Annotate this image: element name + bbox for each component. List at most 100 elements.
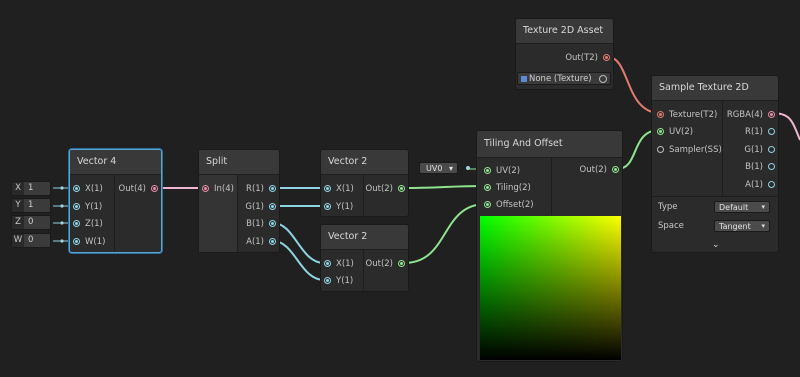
port-dot-icon[interactable]	[484, 201, 491, 208]
port-dot-icon[interactable]	[768, 111, 775, 118]
port-label: A(1)	[745, 180, 763, 190]
vector2-b-input-x[interactable]: X(1)	[321, 257, 354, 271]
port-dot-icon[interactable]	[603, 54, 610, 61]
object-picker-icon[interactable]	[599, 75, 607, 83]
split-output-g[interactable]: G(1)	[245, 200, 279, 214]
port-dot-icon[interactable]	[269, 203, 276, 210]
vector4-node-title[interactable]: Vector 4	[70, 150, 161, 175]
port-dot-icon[interactable]	[657, 146, 664, 153]
sample-output-r[interactable]: R(1)	[745, 125, 778, 139]
split-node[interactable]: Split In(4) R(1) G(1) B(1) A(1)	[198, 149, 280, 253]
vector2-a-output[interactable]: Out(2)	[366, 182, 408, 196]
space-dropdown[interactable]: Tangent ▾	[714, 220, 770, 232]
port-dot-icon[interactable]	[269, 220, 276, 227]
split-output-r[interactable]: R(1)	[246, 182, 279, 196]
vector4-z-field[interactable]: Z0	[11, 215, 51, 230]
port-dot-icon[interactable]	[324, 260, 331, 267]
x-field-value[interactable]: 1	[24, 183, 33, 193]
sample-input-sampler[interactable]: Sampler(SS)	[654, 143, 722, 157]
split-output-a[interactable]: A(1)	[246, 235, 279, 249]
tiling-input-uv[interactable]: UV(2)	[481, 164, 520, 178]
port-label: X(1)	[336, 184, 354, 194]
port-label: W(1)	[85, 237, 106, 247]
chevron-down-icon: ▾	[761, 203, 765, 211]
port-dot-icon[interactable]	[657, 128, 664, 135]
vector4-y-field[interactable]: Y1	[11, 198, 51, 213]
vector4-input-z[interactable]: Z(1)	[70, 217, 103, 231]
vector2-b-title[interactable]: Vector 2	[321, 225, 408, 250]
sample-output-g[interactable]: G(1)	[744, 143, 778, 157]
vector2-a-title[interactable]: Vector 2	[321, 150, 408, 175]
port-dot-icon[interactable]	[768, 163, 775, 170]
type-dropdown-value: Default	[719, 203, 749, 212]
vector4-output[interactable]: Out(4)	[119, 182, 161, 196]
port-dot-icon[interactable]	[202, 185, 209, 192]
tiling-and-offset-title[interactable]: Tiling And Offset	[477, 131, 622, 158]
port-dot-icon[interactable]	[657, 111, 664, 118]
split-output-b[interactable]: B(1)	[246, 217, 279, 231]
expand-chevron-icon[interactable]: ⌄	[712, 240, 720, 250]
port-dot-icon[interactable]	[73, 185, 80, 192]
tiling-input-tiling[interactable]: Tiling(2)	[481, 181, 531, 195]
vector4-input-x[interactable]: X(1)	[70, 182, 103, 196]
split-input[interactable]: In(4)	[199, 182, 234, 196]
vector4-x-field[interactable]: X1	[11, 181, 51, 196]
space-dropdown-value: Tangent	[719, 222, 751, 231]
port-label: Out(2)	[365, 259, 393, 269]
port-dot-icon[interactable]	[324, 277, 331, 284]
port-dot-icon[interactable]	[73, 220, 80, 227]
port-label: R(1)	[246, 184, 264, 194]
sample-texture2d-title[interactable]: Sample Texture 2D	[652, 76, 778, 101]
port-dot-icon[interactable]	[768, 128, 775, 135]
port-dot-icon[interactable]	[73, 238, 80, 245]
texture-object-field[interactable]: None (Texture)	[517, 72, 611, 85]
port-dot-icon[interactable]	[324, 203, 331, 210]
z-field-value[interactable]: 0	[24, 217, 33, 227]
port-dot-icon[interactable]	[612, 166, 619, 173]
port-dot-icon[interactable]	[398, 185, 405, 192]
y-field-value[interactable]: 1	[24, 200, 33, 210]
port-dot-icon[interactable]	[768, 146, 775, 153]
port-dot-icon[interactable]	[73, 203, 80, 210]
vector4-input-y[interactable]: Y(1)	[70, 200, 102, 214]
port-dot-icon[interactable]	[484, 167, 491, 174]
port-label: Y(1)	[336, 202, 354, 212]
chevron-down-icon: ▾	[448, 164, 453, 173]
vector4-node[interactable]: Vector 4 X(1) Y(1) Z(1) W(1) Out(4)	[69, 149, 162, 253]
uv-preview-image	[480, 216, 621, 360]
port-dot-icon[interactable]	[269, 185, 276, 192]
port-dot-icon[interactable]	[269, 238, 276, 245]
tiling-input-offset[interactable]: Offset(2)	[481, 198, 534, 212]
port-dot-icon[interactable]	[324, 185, 331, 192]
port-label: Texture(T2)	[669, 110, 718, 120]
wire-split-b-to-vector2b-x	[272, 222, 325, 264]
w-field-value[interactable]: 0	[24, 235, 33, 245]
port-dot-icon[interactable]	[398, 260, 405, 267]
port-dot-icon[interactable]	[768, 181, 775, 188]
port-label: X(1)	[336, 259, 354, 269]
tiling-output[interactable]: Out(2)	[580, 163, 622, 177]
texture2d-asset-title[interactable]: Texture 2D Asset	[516, 19, 613, 44]
vector2-node-a[interactable]: Vector 2 X(1) Y(1) Out(2)	[320, 149, 409, 217]
vector2-a-input-x[interactable]: X(1)	[321, 182, 354, 196]
uv-channel-dropdown[interactable]: UV0 ▾	[419, 162, 458, 174]
sample-output-a[interactable]: A(1)	[745, 178, 778, 192]
port-dot-icon[interactable]	[484, 184, 491, 191]
vector4-input-w[interactable]: W(1)	[70, 235, 105, 249]
chevron-down-icon: ▾	[761, 222, 765, 230]
type-dropdown[interactable]: Default ▾	[714, 201, 770, 213]
sample-input-texture[interactable]: Texture(T2)	[654, 108, 717, 122]
split-node-title[interactable]: Split	[199, 150, 279, 175]
vector4-w-field[interactable]: W0	[11, 233, 51, 248]
vector2-node-b[interactable]: Vector 2 X(1) Y(1) Out(2)	[320, 224, 409, 292]
texture2d-asset-output[interactable]: Out(T2)	[565, 51, 613, 65]
port-label: Offset(2)	[496, 200, 534, 210]
sample-output-b[interactable]: B(1)	[745, 160, 778, 174]
texture-icon	[521, 76, 527, 82]
sample-input-uv[interactable]: UV(2)	[654, 125, 693, 139]
vector2-a-input-y[interactable]: Y(1)	[321, 200, 353, 214]
vector2-b-input-y[interactable]: Y(1)	[321, 274, 353, 288]
vector2-b-output[interactable]: Out(2)	[366, 257, 408, 271]
port-dot-icon[interactable]	[151, 185, 158, 192]
sample-output-rgba[interactable]: RGBA(4)	[727, 108, 778, 122]
